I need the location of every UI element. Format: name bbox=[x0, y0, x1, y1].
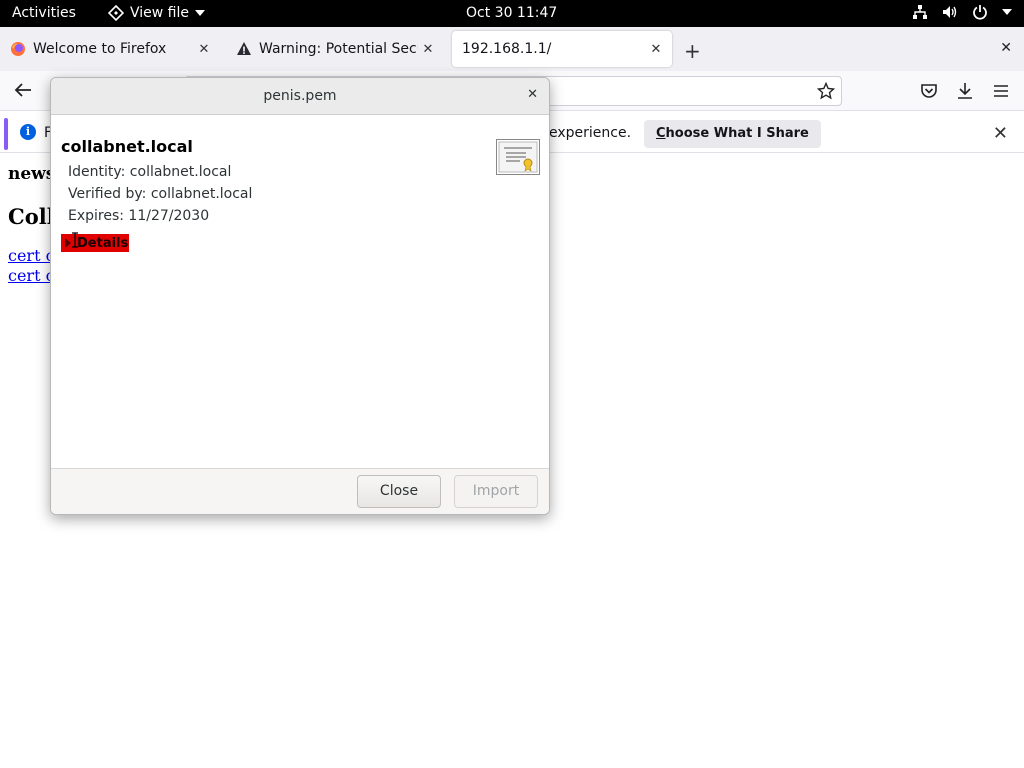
text-cursor-icon bbox=[72, 232, 78, 248]
dialog-close-icon[interactable]: ✕ bbox=[527, 87, 538, 102]
certificate-icon bbox=[496, 139, 540, 175]
firefox-icon bbox=[11, 42, 25, 56]
bookmark-star-icon[interactable] bbox=[817, 82, 835, 100]
dialog-titlebar[interactable]: penis.pem ✕ bbox=[51, 78, 549, 115]
app-menu[interactable]: View file bbox=[108, 5, 205, 21]
dialog-body: collabnet.local Identity: collabnet.loca… bbox=[51, 115, 549, 468]
certificate-dialog: penis.pem ✕ collabnet.local Identity: co… bbox=[50, 77, 550, 515]
window-close-icon[interactable]: ✕ bbox=[1000, 40, 1012, 56]
volume-icon bbox=[943, 6, 957, 18]
page-heading-small: news bbox=[8, 164, 56, 184]
tab-close-icon[interactable]: ✕ bbox=[194, 42, 214, 57]
tab-close-icon[interactable]: ✕ bbox=[418, 42, 438, 57]
certificate-expires: Expires: 11/27/2030 bbox=[68, 208, 210, 224]
pocket-icon[interactable] bbox=[920, 82, 938, 100]
downloads-icon[interactable] bbox=[956, 82, 974, 100]
app-icon bbox=[108, 5, 124, 21]
network-icon bbox=[913, 5, 927, 19]
dialog-button-area: Close Import bbox=[51, 468, 549, 514]
choose-what-i-share-button[interactable]: Choose What I Share bbox=[644, 120, 821, 148]
clock[interactable]: Oct 30 11:47 bbox=[466, 5, 557, 21]
tab-close-icon[interactable]: ✕ bbox=[646, 42, 666, 57]
chevron-down-icon bbox=[1002, 9, 1012, 15]
chevron-down-icon bbox=[195, 10, 205, 16]
hamburger-menu-icon[interactable] bbox=[992, 82, 1010, 100]
tab-title: Warning: Potential Securi bbox=[259, 41, 418, 57]
certificate-identity: Identity: collabnet.local bbox=[68, 164, 232, 180]
button-accelerator: C bbox=[656, 126, 666, 141]
dialog-title: penis.pem bbox=[263, 88, 337, 104]
toolbar-icons bbox=[920, 82, 1010, 100]
details-label: Details bbox=[77, 235, 129, 251]
tab-active[interactable]: 192.168.1.1/ ✕ bbox=[452, 31, 672, 67]
import-button[interactable]: Import bbox=[454, 475, 538, 508]
app-menu-label: View file bbox=[130, 5, 189, 21]
cert-link[interactable]: cert c bbox=[8, 246, 55, 265]
system-menu[interactable] bbox=[912, 4, 1012, 20]
close-button[interactable]: Close bbox=[357, 475, 441, 508]
gnome-top-bar: Activities View file Oct 30 11:47 bbox=[0, 0, 1024, 27]
warning-icon bbox=[237, 42, 251, 55]
info-icon: i bbox=[20, 124, 36, 140]
power-icon bbox=[973, 5, 987, 20]
tab-welcome[interactable]: Welcome to Firefox ✕ bbox=[0, 27, 220, 71]
notification-close-icon[interactable]: ✕ bbox=[993, 123, 1008, 144]
notification-text-end: experience. bbox=[549, 125, 632, 141]
button-label-rest: hoose What I Share bbox=[665, 126, 809, 141]
back-arrow-icon[interactable] bbox=[14, 82, 32, 98]
new-tab-plus-icon[interactable]: + bbox=[684, 39, 701, 63]
notification-accent bbox=[4, 118, 8, 150]
tab-title: 192.168.1.1/ bbox=[462, 41, 552, 57]
page-heading-big: Coll bbox=[8, 204, 55, 229]
cert-link[interactable]: cert c bbox=[8, 266, 55, 285]
certificate-common-name: collabnet.local bbox=[61, 137, 193, 156]
tab-title: Welcome to Firefox bbox=[33, 41, 167, 57]
expander-triangle-icon bbox=[65, 238, 71, 248]
tab-strip: Welcome to Firefox ✕ Warning: Potential … bbox=[0, 27, 1024, 71]
certificate-verified-by: Verified by: collabnet.local bbox=[68, 186, 253, 202]
activities-button[interactable]: Activities bbox=[12, 5, 76, 21]
tab-warning[interactable]: Warning: Potential Securi ✕ bbox=[226, 27, 444, 71]
